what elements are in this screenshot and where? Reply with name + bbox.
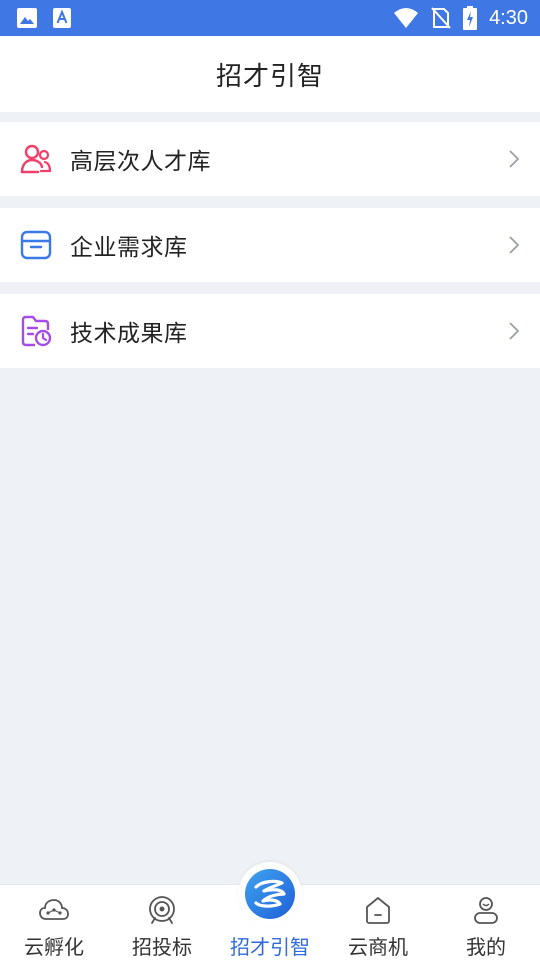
nav-item-cloud-incubation[interactable]: 云孵化	[0, 885, 108, 960]
nav-label: 云孵化	[24, 935, 84, 959]
menu-item-tech-achievements[interactable]: 技术成果库	[0, 294, 540, 368]
menu-item-label: 企业需求库	[70, 235, 188, 261]
page-title: 招才引智	[215, 61, 324, 92]
header: 招才引智	[0, 36, 540, 112]
wifi-icon	[394, 8, 419, 28]
text-a-icon	[53, 8, 71, 28]
nav-label: 招投标	[132, 935, 192, 959]
chevron-right-icon	[509, 150, 520, 168]
nav-label: 我的	[466, 935, 506, 959]
chevron-right-icon	[509, 236, 520, 254]
user-icon	[474, 897, 498, 924]
menu-item-talent-database[interactable]: 高层次人才库	[0, 122, 540, 196]
no-sim-icon	[431, 7, 451, 29]
status-bar: 4:30	[0, 0, 540, 36]
battery-charging-icon	[463, 6, 478, 30]
menu-item-enterprise-demand[interactable]: 企业需求库	[0, 208, 540, 282]
nav-item-cloud-business[interactable]: 云商机	[324, 885, 432, 960]
image-icon	[17, 8, 37, 28]
home-icon	[366, 897, 390, 924]
chevron-right-icon	[509, 322, 520, 340]
nav-item-mine[interactable]: 我的	[432, 885, 540, 960]
menu-item-label: 高层次人才库	[70, 149, 211, 175]
menu-item-label: 技术成果库	[70, 321, 188, 347]
status-time: 4:30	[489, 6, 528, 29]
target-icon	[149, 896, 175, 924]
app-logo-icon[interactable]	[244, 868, 296, 920]
cloud-nodes-icon	[39, 899, 69, 920]
archive-box-icon	[20, 230, 52, 260]
people-icon	[20, 144, 52, 174]
nav-item-bidding[interactable]: 招投标	[108, 885, 216, 960]
nav-label: 云商机	[348, 935, 408, 959]
nav-label: 招才引智	[230, 935, 310, 959]
document-clock-icon	[21, 315, 52, 347]
